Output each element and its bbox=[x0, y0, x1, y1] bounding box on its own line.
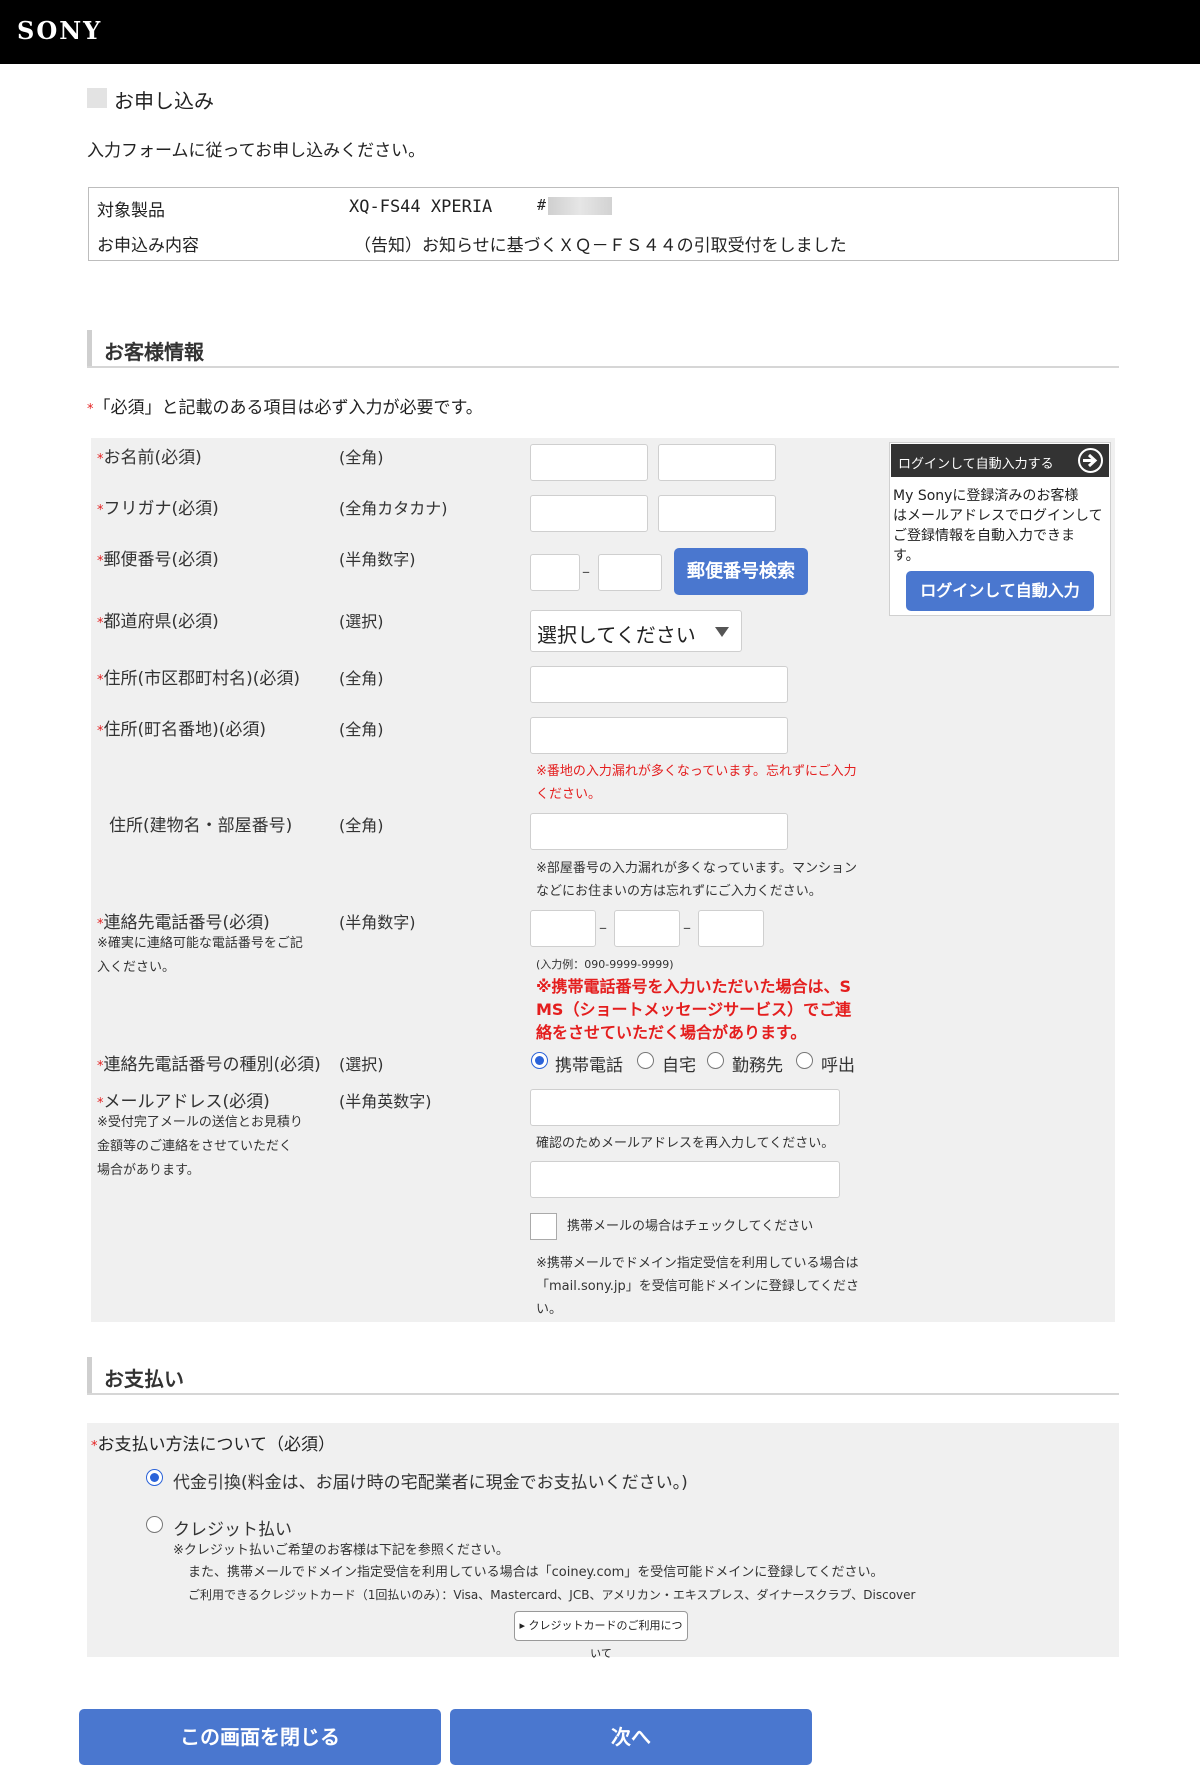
furigana-label: *フリガナ(必須) bbox=[97, 499, 219, 519]
last-name-input[interactable] bbox=[530, 444, 648, 481]
radio-home-label[interactable]: 自宅 bbox=[662, 1051, 696, 1076]
email-label: *メールアドレス(必須) bbox=[97, 1092, 270, 1112]
city-label: *住所(市区郡町村名)(必須) bbox=[97, 669, 301, 689]
street-type: (全角) bbox=[339, 720, 384, 739]
postal-label: *郵便番号(必須) bbox=[97, 550, 219, 570]
customer-heading: お客様情報 bbox=[104, 340, 204, 364]
postal-second-input[interactable] bbox=[598, 554, 662, 591]
product-label: 対象製品 bbox=[97, 201, 165, 221]
product-summary: 対象製品 XQ-FS44 XPERIA # お申込み内容 （告知）お知らせに基づ… bbox=[88, 187, 1119, 261]
email-sub-note: ※受付完了メールの送信とお見積り 金額等のご連絡をさせていただく 場合があります… bbox=[97, 1115, 303, 1178]
email-input[interactable] bbox=[530, 1089, 840, 1126]
prefecture-select[interactable]: 選択してください bbox=[530, 610, 742, 652]
payment-section-heading: お支払い bbox=[87, 1357, 1119, 1395]
close-window-button[interactable]: この画面を閉じる bbox=[79, 1709, 441, 1765]
radio-credit-label[interactable]: クレジット払い bbox=[173, 1515, 292, 1540]
phone-dash-1: – bbox=[599, 918, 607, 937]
login-autofill-panel: ログインして自動入力する My Sonyに登録済みのお客様 はメールアドレスでロ… bbox=[889, 442, 1111, 616]
mobile-email-label[interactable]: 携帯メールの場合はチェックしてください bbox=[567, 1215, 813, 1238]
postal-type: (半角数字) bbox=[339, 550, 416, 569]
radio-home[interactable] bbox=[637, 1052, 654, 1069]
phone-second-input[interactable] bbox=[614, 910, 680, 947]
credit-note-3: ご利用できるクレジットカード（1回払いのみ）：Visa、Mastercard、J… bbox=[188, 1588, 916, 1602]
phone-example: (入力例：090-9999-9999) bbox=[536, 958, 674, 971]
radio-credit[interactable] bbox=[146, 1516, 163, 1533]
first-name-input[interactable] bbox=[658, 444, 776, 481]
postal-search-button[interactable]: 郵便番号検索 bbox=[674, 548, 808, 595]
email-type: (半角英数字) bbox=[339, 1092, 432, 1111]
credit-note-2: また、携帯メールでドメイン指定受信を利用している場合は「coiney.com」を… bbox=[188, 1565, 884, 1580]
email-confirm-input[interactable] bbox=[530, 1161, 840, 1198]
mobile-email-checkbox[interactable] bbox=[530, 1213, 557, 1240]
first-furigana-input[interactable] bbox=[658, 495, 776, 532]
prefecture-label: *都道府県(必須) bbox=[97, 612, 219, 632]
chevron-down-icon bbox=[715, 627, 729, 637]
radio-call[interactable] bbox=[796, 1052, 813, 1069]
domain-note: ※携帯メールでドメイン指定受信を利用している場合は 「mail.sony.jp」… bbox=[536, 1256, 860, 1317]
content-value: （告知）お知らせに基づくＸＱ－ＦＳ４４の引取受付をしました bbox=[354, 236, 847, 256]
radio-cod-label[interactable]: 代金引換(料金は、お届け時の宅配業者に現金でお支払いください。) bbox=[173, 1468, 688, 1493]
name-label: *お名前(必須) bbox=[97, 448, 202, 468]
sony-logo[interactable]: SONY bbox=[17, 16, 102, 45]
phone-third-input[interactable] bbox=[698, 910, 764, 947]
payment-heading: お支払い bbox=[104, 1367, 184, 1391]
postal-dash: – bbox=[582, 562, 590, 581]
prefecture-type: (選択) bbox=[339, 612, 384, 631]
last-furigana-input[interactable] bbox=[530, 495, 648, 532]
radio-cod[interactable] bbox=[146, 1469, 163, 1486]
heading-bar bbox=[87, 1357, 92, 1393]
postal-first-input[interactable] bbox=[530, 554, 580, 591]
content-label: お申込み内容 bbox=[97, 236, 199, 256]
phone-kind-label: *連絡先電話番号の種別(必須) bbox=[97, 1055, 321, 1075]
email-confirm-note: 確認のためメールアドレスを再入力してください。 bbox=[536, 1136, 835, 1151]
top-bar: SONY bbox=[0, 0, 1200, 64]
phone-type: (半角数字) bbox=[339, 913, 416, 932]
phone-label: *連絡先電話番号(必須) bbox=[97, 913, 270, 933]
login-header-text: ログインして自動入力する bbox=[898, 457, 1054, 472]
street-label: *住所(町名番地)(必須) bbox=[97, 720, 267, 740]
radio-work[interactable] bbox=[707, 1052, 724, 1069]
city-type: (全角) bbox=[339, 669, 384, 688]
required-note-text: 「必須」と記載のある項目は必ず入力が必要です。 bbox=[93, 398, 483, 418]
city-input[interactable] bbox=[530, 666, 788, 703]
building-label: 住所(建物名・部屋番号) bbox=[109, 816, 293, 836]
phone-first-input[interactable] bbox=[530, 910, 596, 947]
intro-text: 入力フォームに従ってお申し込みください。 bbox=[87, 141, 426, 161]
building-input[interactable] bbox=[530, 813, 788, 850]
phone-kind-type: (選択) bbox=[339, 1055, 384, 1074]
page-title: お申し込み bbox=[114, 89, 214, 113]
street-note: ※番地の入力漏れが多くなっています。忘れずにご入力 ください。 bbox=[536, 764, 857, 802]
radio-work-label[interactable]: 勤務先 bbox=[732, 1051, 783, 1076]
login-description: My Sonyに登録済みのお客様 はメールアドレスでログインして ご登録情報を自… bbox=[893, 488, 1103, 564]
required-note: *「必須」と記載のある項目は必ず入力が必要です。 bbox=[87, 393, 483, 418]
login-autofill-button[interactable]: ログインして自動入力 bbox=[906, 571, 1094, 611]
payment-method-label: *お支払い方法について（必須） bbox=[91, 1435, 335, 1455]
login-panel-header[interactable]: ログインして自動入力する bbox=[891, 444, 1109, 477]
product-value: XQ-FS44 XPERIA bbox=[349, 197, 493, 217]
street-input[interactable] bbox=[530, 717, 788, 754]
radio-mobile[interactable] bbox=[531, 1052, 548, 1069]
credit-card-info-button[interactable]: ▸ クレジットカードのご利用について bbox=[514, 1611, 688, 1660]
radio-call-label[interactable]: 呼出 bbox=[821, 1051, 855, 1076]
building-note: ※部屋番号の入力漏れが多くなっています。マンション などにお住まいの方は忘れずに… bbox=[536, 861, 857, 899]
furigana-type: (全角カタカナ) bbox=[339, 499, 448, 518]
product-serial: # bbox=[537, 196, 613, 215]
next-button[interactable]: 次へ bbox=[450, 1709, 812, 1765]
redacted-serial bbox=[548, 196, 613, 215]
arrow-right-icon bbox=[1078, 448, 1103, 473]
name-type: (全角) bbox=[339, 448, 384, 467]
building-type: (全角) bbox=[339, 816, 384, 835]
radio-mobile-label[interactable]: 携帯電話 bbox=[555, 1051, 623, 1076]
prefecture-selected: 選択してください bbox=[537, 623, 696, 647]
customer-section-heading: お客様情報 bbox=[87, 330, 1119, 368]
title-marker bbox=[87, 88, 107, 108]
credit-note-1: ※クレジット払いご希望のお客様は下記を参照ください。 bbox=[173, 1543, 509, 1558]
serial-hash: # bbox=[537, 196, 547, 214]
phone-sub-note: ※確実に連絡可能な電話番号をご記 入ください。 bbox=[97, 936, 303, 975]
sms-notice: ※携帯電話番号を入力いただいた場合は、S MS（ショートメッセージサービス）でご… bbox=[536, 977, 852, 1042]
heading-bar bbox=[87, 330, 92, 366]
phone-dash-2: – bbox=[683, 918, 691, 937]
